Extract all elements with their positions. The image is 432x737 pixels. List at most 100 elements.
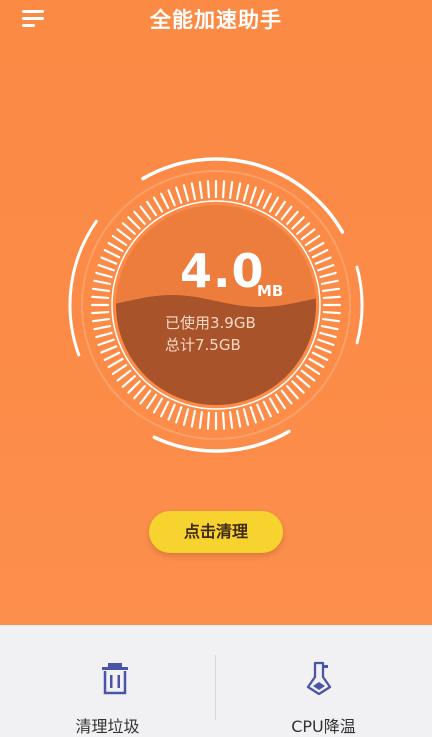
gauge-tick [314,345,332,354]
gauge-tick [235,182,242,201]
gauge-tick [296,375,311,388]
gauge-tick [308,241,325,253]
gauge-tick [280,205,293,221]
gauge-tick [198,410,204,430]
gauge-tick [228,180,234,200]
gauge-tick [206,180,211,199]
gauge-tick [319,271,337,279]
gauge-tick [268,397,280,414]
gauge-tick [97,338,115,346]
gauge-tick [127,216,141,230]
gauge-tick [107,357,124,369]
gauge-tick [322,310,341,315]
gauge-tick [95,331,113,339]
gauge-tick [262,192,272,210]
gauge-tick [320,279,339,286]
gauge-tick [107,241,124,253]
bottom-nav: 清理垃圾 CPU降温 [0,625,432,736]
gauge-tick [190,409,197,428]
app-title: 全能加速助手 [150,8,282,32]
gauge-tick [314,256,332,265]
gauge-tick [160,192,170,210]
gauge-tick [319,331,337,339]
gauge-tick [121,222,136,235]
gauge-tick [103,351,121,361]
gauge-tick [274,393,286,410]
gauge-tick [300,369,316,382]
gauge-tick [116,228,132,241]
gauge-tick [274,200,286,217]
gauge-tick [91,317,111,323]
gauge-tick [198,180,204,200]
gauge-tick [152,196,164,213]
gauge-tick [167,403,176,421]
gauge-tick [175,406,183,424]
gauge-tick [146,200,158,217]
gauge-tick [139,389,152,405]
gauge-tick [262,400,272,418]
gauge-tick [111,363,128,375]
clean-junk-label: 清理垃圾 [75,717,140,736]
gauge-tick [100,345,118,354]
gauge-tick [311,351,329,361]
gauge-tick [103,249,121,259]
gauge-tick [111,235,128,247]
gauge-tick [249,186,257,204]
main-panel: 全能加速助手 4.0 MB 已使用3.9GB 总计7.5GB 点击清理 [0,0,432,625]
gauge-tick [322,295,341,300]
gauge-tick [121,375,136,388]
gauge-tick [133,385,146,400]
gauge-tick [242,184,250,202]
gauge-tick [296,222,311,235]
gauge-tick [221,411,226,430]
bottom-nav-cpu-cool[interactable]: CPU降温 [216,625,431,736]
gauge-tick [249,406,257,424]
gauge-tick [291,380,305,394]
gauge-tick [321,317,341,323]
gauge-tick [320,324,339,331]
gauge-tick [242,408,250,426]
gauge-outer-arc [355,265,364,345]
gauge-liquid-fill [116,295,316,405]
gauge-tick [206,411,211,430]
gauge-tick [152,397,164,414]
gauge-tick [91,310,110,315]
gauge-tick [304,235,321,247]
thermometer-icon [306,661,332,695]
gauge-tick [91,295,110,300]
gauge-tick [139,205,152,221]
cpu-cool-label: CPU降温 [291,717,356,736]
gauge-tick [256,403,265,421]
gauge-tick [167,189,176,207]
gauge-tick [256,189,265,207]
gauge-tick [182,184,190,202]
clean-button[interactable]: 点击清理 [149,511,283,553]
gauge-tick [97,264,115,272]
gauge-tick [95,271,113,279]
gauge-outer-arc [152,429,291,453]
gauge-tick [175,186,183,204]
gauge-tick [268,196,280,213]
gauge-tick [93,279,112,286]
trash-icon [102,663,128,695]
gauge-tick [116,369,132,382]
gauge-tick [221,180,226,199]
bottom-nav-clean-junk[interactable]: 清理垃圾 [0,625,215,736]
gauge-tick [291,216,305,230]
gauge-tick [160,400,170,418]
gauge-tick [127,380,141,394]
gauge-tick [317,338,335,346]
gauge-tick [235,409,242,428]
memory-gauge [68,157,364,453]
gauge-tick [133,210,146,225]
gauge-tick [190,182,197,201]
gauge-tick [286,210,299,225]
gauge-tick [308,357,325,369]
gauge-tick [93,324,112,331]
gauge-tick [100,256,118,265]
gauge-tick [146,393,158,410]
gauge-tick [304,363,321,375]
gauge-tick [182,408,190,426]
gauge-tick [280,389,293,405]
gauge-tick [300,228,316,241]
